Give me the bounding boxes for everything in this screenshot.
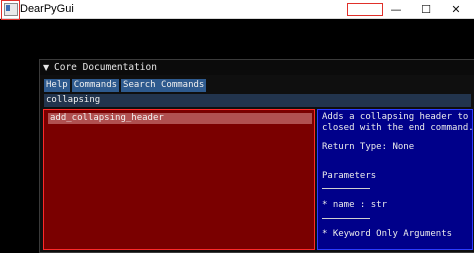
close-icon[interactable]: ✕: [441, 0, 471, 18]
doc-line: Adds a collapsing header to add: [322, 112, 472, 122]
window-header-title: Core Documentation: [54, 62, 157, 73]
help-button[interactable]: Help: [44, 79, 70, 92]
highlight-box: [347, 3, 383, 16]
highlight-box: [1, 0, 20, 20]
doc-line: * Keyword Only Arguments: [322, 229, 453, 239]
doc-line: * name : str: [322, 200, 388, 210]
maximize-icon[interactable]: ☐: [411, 0, 441, 18]
commands-button[interactable]: Commands: [71, 79, 120, 92]
search-input[interactable]: collapsing: [44, 94, 471, 107]
command-list: add_collapsing_header: [43, 109, 315, 250]
doc-line: Parameters: [322, 171, 377, 181]
window-titlebar: DearPyGui — ☐ ✕: [0, 0, 474, 20]
menu-bar: Help Commands Search Commands: [44, 79, 207, 92]
collapse-arrow-icon[interactable]: ▼: [43, 60, 49, 75]
doc-line: Return Type: None: [322, 142, 415, 152]
divider: [322, 218, 370, 219]
window-title: DearPyGui: [20, 3, 74, 15]
minimize-icon[interactable]: —: [381, 0, 411, 18]
window-header[interactable]: ▼ Core Documentation: [40, 60, 474, 75]
doc-line: closed with the end command.: [322, 123, 473, 133]
app-icon: [1, 0, 20, 20]
divider: [322, 188, 370, 189]
search-commands-button[interactable]: Search Commands: [121, 79, 207, 92]
documentation-panel: Adds a collapsing header to add closed w…: [317, 109, 473, 250]
core-documentation-window: ▼ Core Documentation Help Commands Searc…: [39, 59, 474, 253]
list-item[interactable]: add_collapsing_header: [48, 113, 312, 124]
